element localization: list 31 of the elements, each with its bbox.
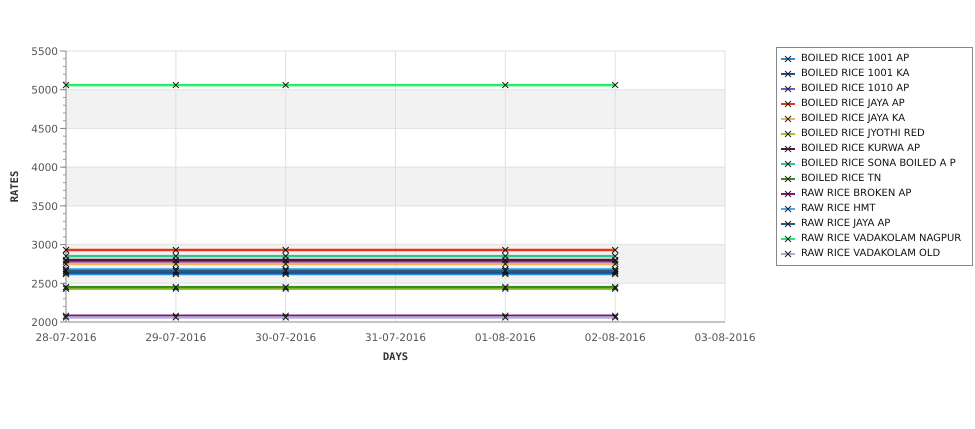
x-tick-label: 01-08-2016 (474, 332, 536, 344)
y-tick-label: 2000 (31, 317, 58, 329)
legend-label: BOILED RICE KURWA AP (801, 142, 922, 154)
x-tick-label: 31-07-2016 (364, 332, 426, 344)
legend-label: RAW RICE BROKEN AP (801, 188, 912, 200)
legend-label: RAW RICE HMT (801, 202, 877, 214)
y-tick-label: 2500 (31, 278, 58, 290)
x-axis-title: DAYS (382, 351, 408, 363)
y-axis-title: RATES (9, 170, 21, 202)
y-tick-label: 5500 (31, 46, 58, 58)
legend-label: BOILED RICE 1001 KA (801, 68, 911, 80)
x-tick-label: 02-08-2016 (584, 332, 646, 344)
x-tick-label: 29-07-2016 (145, 332, 206, 344)
y-tick-label: 3500 (31, 200, 58, 213)
x-tick-label: 30-07-2016 (255, 332, 316, 344)
legend-label: RAW RICE VADAKOLAM NAGPUR (801, 232, 962, 244)
legend-label: BOILED RICE JYOTHI RED (801, 128, 926, 140)
legend-label: BOILED RICE JAYA AP (801, 98, 906, 110)
legend-label: BOILED RICE 1001 AP (801, 52, 910, 64)
legend-label: RAW RICE JAYA AP (801, 218, 892, 230)
y-tick-label: 3000 (31, 240, 58, 252)
legend-label: BOILED RICE SONA BOILED A P (801, 158, 957, 170)
legend-label: RAW RICE VADAKOLAM OLD (801, 248, 942, 260)
x-tick-label: 03-08-2016 (694, 332, 756, 344)
legend-label: BOILED RICE 1010 AP (801, 82, 910, 94)
x-tick-label: 28-07-2016 (35, 332, 97, 344)
y-tick-label: 5000 (31, 84, 58, 97)
legend-label: BOILED RICE TN (801, 172, 882, 184)
y-tick-label: 4500 (31, 123, 58, 136)
y-tick-label: 4000 (31, 162, 58, 174)
legend-label: BOILED RICE JAYA KA (801, 112, 906, 124)
